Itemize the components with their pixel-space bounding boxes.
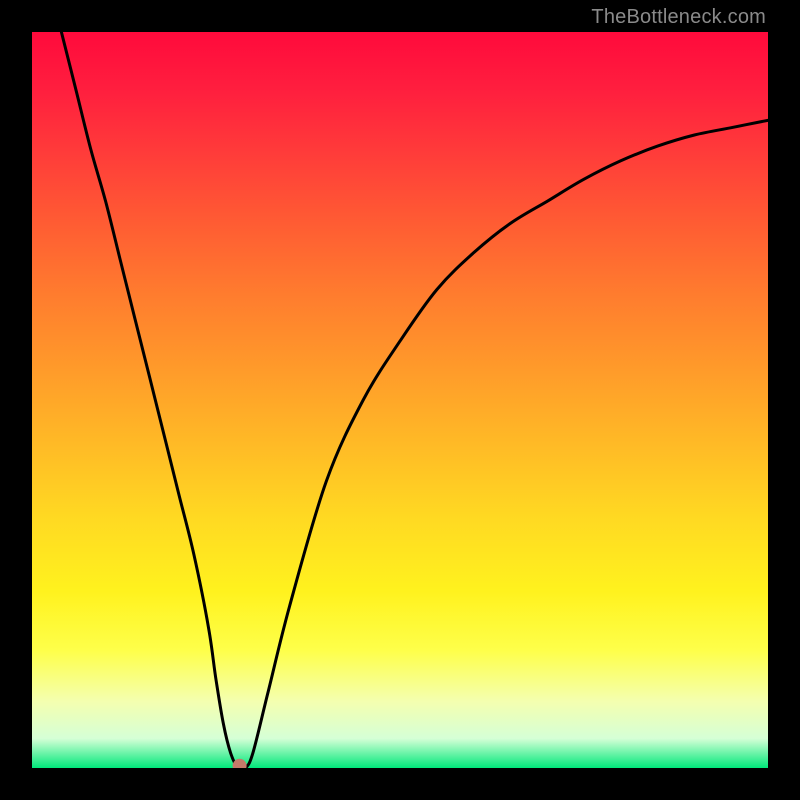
watermark-text: TheBottleneck.com (591, 6, 766, 29)
bottleneck-curve (61, 32, 768, 768)
chart-frame: TheBottleneck.com (0, 0, 800, 800)
curve-svg (32, 32, 768, 768)
plot-area (32, 32, 768, 768)
